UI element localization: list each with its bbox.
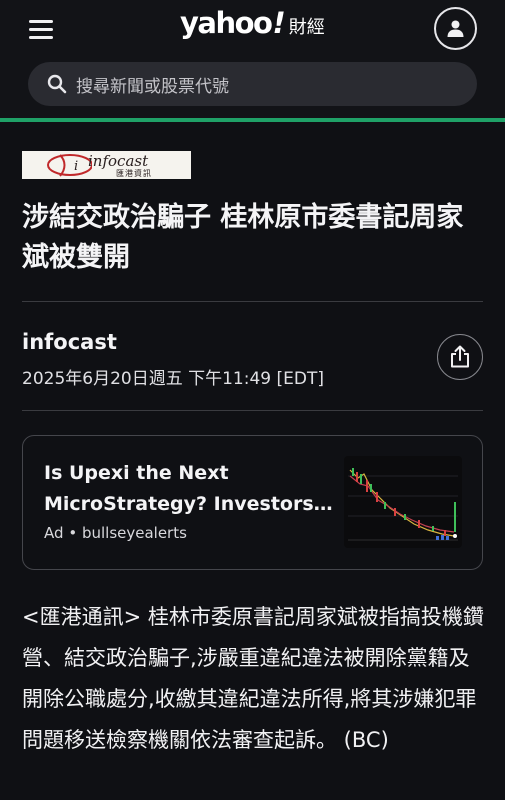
brand-mark: ! [272,6,286,40]
share-button[interactable] [437,334,483,380]
infocast-logo-subtext: 匯港資訊 [116,169,152,178]
ad-separator: • [68,524,78,542]
top-header: yahoo ! 財經 搜尋新聞或股票代號 [0,0,505,118]
ad-advertiser: bullseyealerts [81,524,187,542]
article-date: 2025年6月20日週五 下午11:49 [EDT] [22,369,324,389]
infocast-swirl-icon: i [47,154,92,177]
article-title: 涉結交政治騙子 桂林原市委書記周家斌被雙開 [22,202,464,273]
search-input[interactable]: 搜尋新聞或股票代號 [28,62,477,106]
profile-button[interactable] [434,7,477,50]
svg-text:i: i [74,159,78,174]
brand-suffix: 財經 [288,17,325,38]
ad-meta: Ad • bullseyealerts [44,524,187,542]
search-placeholder: 搜尋新聞或股票代號 [76,76,229,97]
hamburger-icon[interactable] [29,17,55,39]
ad-title[interactable]: Is Upexi the Next MicroStrategy? Investo… [44,458,334,520]
brand-name: yahoo [180,6,273,40]
article-body: <匯港通訊> 桂林市委原書記周家斌被指搞投機鑽營、結交政治騙子,涉嚴重違紀違法被… [22,605,484,752]
search-icon [47,74,67,94]
ad-label: Ad [44,524,64,542]
accent-divider [0,118,505,122]
share-icon [451,345,469,368]
ad-stock-chart-image[interactable] [344,456,462,548]
sponsored-ad-card[interactable]: Is Upexi the Next MicroStrategy? Investo… [22,435,483,570]
yahoo-finance-logo[interactable]: yahoo ! 財經 [180,6,325,46]
meta-divider [22,410,483,411]
infocast-logo[interactable]: i infocast 匯港資訊 [22,151,191,179]
user-icon [447,20,464,37]
article-author[interactable]: infocast [22,330,117,354]
title-divider [22,301,483,302]
